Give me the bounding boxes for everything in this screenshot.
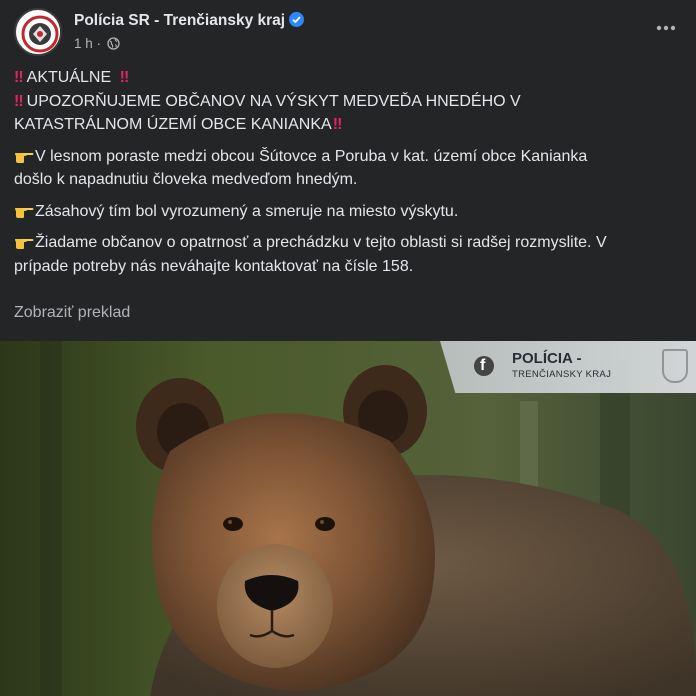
globe-icon[interactable]	[107, 37, 120, 53]
verified-badge-icon	[289, 12, 305, 27]
exclamation-emoji: ‼	[119, 69, 130, 86]
pointing-hand-emoji	[14, 201, 34, 219]
pointing-hand-emoji	[14, 232, 34, 250]
post-meta: 1 h ·	[74, 36, 120, 53]
watermark-subtitle: TRENČIANSKY KRAJ	[512, 369, 612, 380]
warning-line-2: KATASTRÁLNOM ÚZEMÍ OBCE KANIANKA	[14, 116, 332, 133]
paragraph-3-line-2: prípade potreby nás neváhajte kontaktova…	[14, 257, 414, 275]
facebook-post: Polícia SR - Trenčiansky kraj 1 h · ‼ AKT…	[0, 0, 696, 696]
facebook-icon: f	[474, 356, 494, 376]
police-watermark: f POLÍCIA - TRENČIANSKY KRAJ	[440, 341, 696, 393]
exclamation-emoji: ‼	[332, 116, 343, 133]
alert-heading: AKTUÁLNE	[26, 69, 112, 86]
page-name-text[interactable]: Polícia SR - Trenčiansky kraj	[74, 12, 285, 29]
more-options-icon[interactable]	[654, 18, 678, 38]
post-photo[interactable]: f POLÍCIA - TRENČIANSKY KRAJ	[0, 341, 696, 696]
pointing-hand-emoji	[14, 146, 34, 164]
paragraph: Zásahový tím bol vyrozumený a smeruje na…	[14, 200, 682, 224]
post-time[interactable]: 1 h	[74, 36, 93, 51]
text-line: KATASTRÁLNOM ÚZEMÍ OBCE KANIANKA‼	[14, 113, 682, 137]
paragraph-1-line-1: V lesnom poraste medzi obcou Šútovce a P…	[35, 147, 588, 165]
text-line: Zásahový tím bol vyrozumený a smeruje na…	[14, 200, 682, 224]
text-line: Žiadame občanov o opatrnosť a prechádzku…	[14, 231, 682, 255]
text-line: ‼ AKTUÁLNE ‼	[14, 66, 682, 90]
paragraph: V lesnom poraste medzi obcou Šútovce a P…	[14, 145, 682, 192]
see-translation-link[interactable]: Zobraziť preklad	[14, 304, 130, 322]
post-text: ‼ AKTUÁLNE ‼ ‼ UPOZORŇUJEME OBČANOV NA VÝS…	[14, 66, 682, 278]
police-logo-icon	[18, 12, 60, 54]
page-name[interactable]: Polícia SR - Trenčiansky kraj	[74, 12, 305, 30]
meta-separator: ·	[96, 36, 102, 51]
paragraph-1-line-2: došlo k napadnutiu človeka medveďom hned…	[14, 171, 358, 188]
text-line: prípade potreby nás neváhajte kontaktova…	[14, 255, 682, 279]
text-line: V lesnom poraste medzi obcou Šútovce a P…	[14, 145, 682, 169]
bear-photo	[0, 341, 696, 696]
paragraph: Žiadame občanov o opatrnosť a prechádzku…	[14, 231, 682, 278]
watermark-title: POLÍCIA -	[512, 350, 582, 367]
paragraph-2: Zásahový tím bol vyrozumený a smeruje na…	[35, 202, 459, 220]
text-line: ‼ UPOZORŇUJEME OBČANOV NA VÝSKYT MEDVEĎA …	[14, 90, 682, 114]
exclamation-emoji: ‼	[14, 92, 24, 110]
page-avatar[interactable]	[14, 8, 62, 56]
facebook-glyph: f	[480, 357, 486, 374]
post-header: Polícia SR - Trenčiansky kraj 1 h ·	[14, 8, 682, 56]
crest-icon	[662, 349, 688, 383]
warning-line-1: UPOZORŇUJEME OBČANOV NA VÝSKYT MEDVEĎA H…	[26, 92, 521, 110]
paragraph-3-line-1: Žiadame občanov o opatrnosť a prechádzku…	[35, 234, 607, 251]
text-line: došlo k napadnutiu človeka medveďom hned…	[14, 168, 682, 192]
exclamation-emoji: ‼	[14, 69, 24, 86]
